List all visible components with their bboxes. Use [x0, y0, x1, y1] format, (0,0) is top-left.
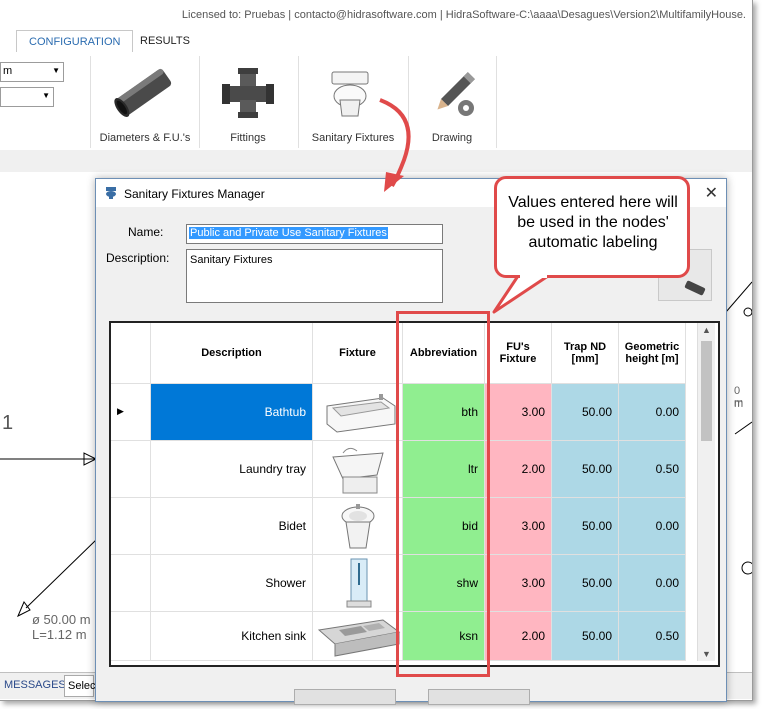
- callout-box: Values entered here will be used in the …: [494, 176, 690, 278]
- callout-tail-mask: [520, 272, 547, 278]
- annotation-arrows: [379, 98, 550, 314]
- callout-text: Values entered here will be used in the …: [508, 194, 678, 251]
